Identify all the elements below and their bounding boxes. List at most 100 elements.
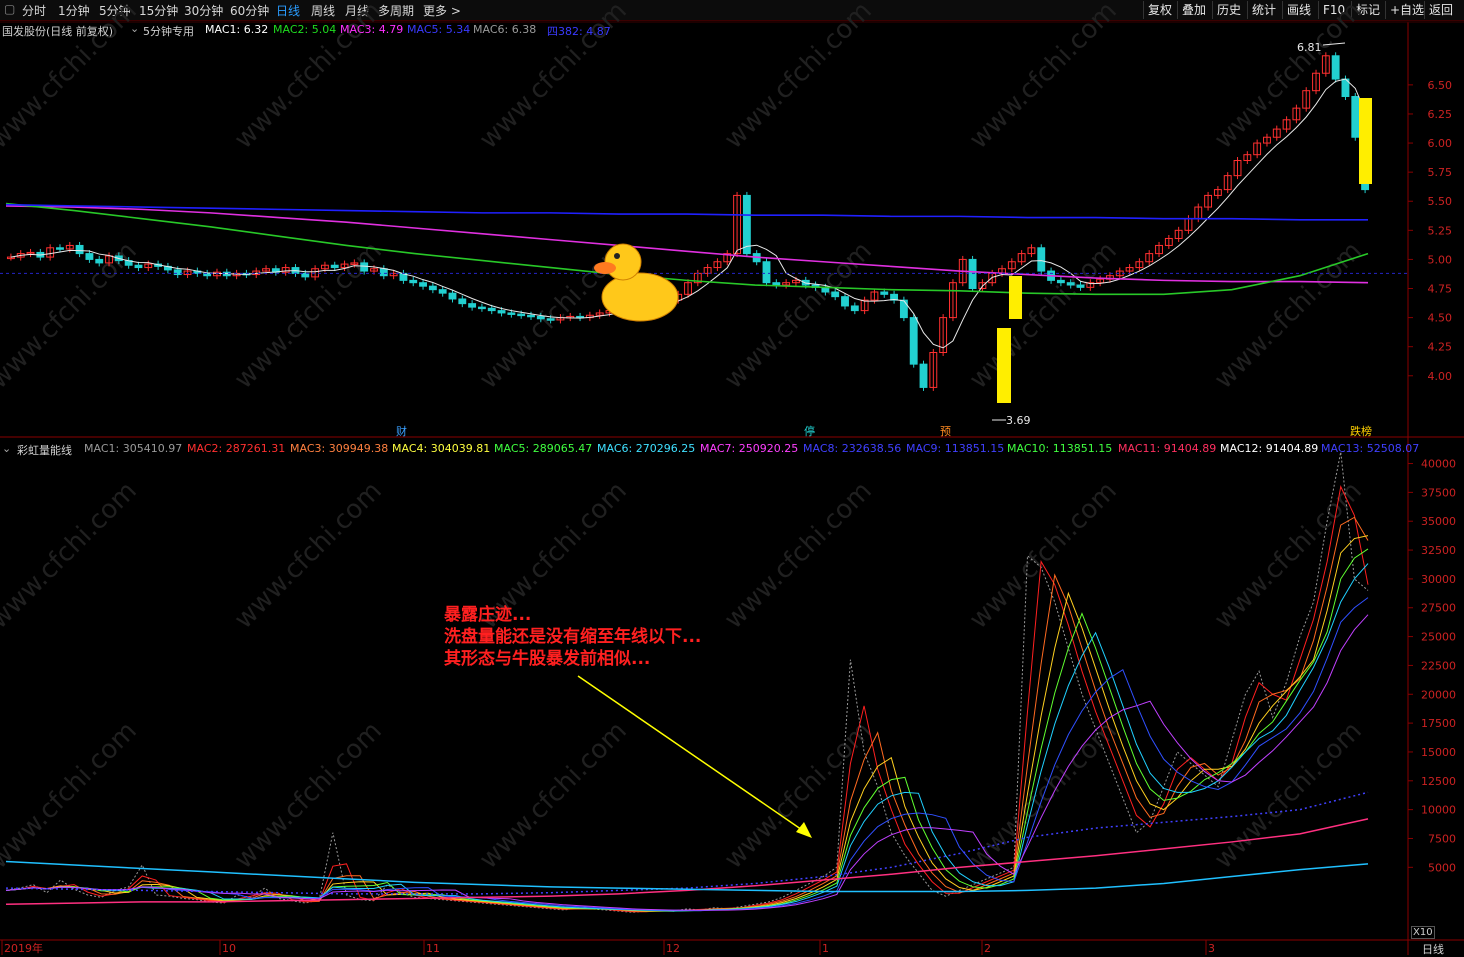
event-marker-3: 跌榜 xyxy=(1350,424,1372,438)
price-tick-label: 4.00 xyxy=(1428,370,1453,383)
volume-indicator-icon[interactable]: ⌄ xyxy=(2,442,11,455)
date-label: 11 xyxy=(426,942,440,955)
candle-body xyxy=(831,291,840,298)
candle-body xyxy=(360,262,369,272)
high-price-label: 6.81 xyxy=(1297,41,1322,54)
date-label: 12 xyxy=(666,942,680,955)
highlight-bar xyxy=(1009,276,1022,319)
candle-body xyxy=(409,279,418,284)
candle-body xyxy=(85,253,94,260)
candle-body xyxy=(438,289,447,294)
watermark-text: www.cfchi.com xyxy=(0,476,143,635)
candle-body xyxy=(428,285,437,291)
candle-body xyxy=(546,318,555,321)
price-tick-label: 4.50 xyxy=(1428,312,1453,325)
duck-eye xyxy=(614,253,620,259)
highlight-bar xyxy=(1359,98,1372,184)
volume-tick-label: 35000 xyxy=(1421,515,1456,528)
watermark-text: www.cfchi.com xyxy=(719,716,878,875)
candle-body xyxy=(95,258,104,264)
annotation-arrow-head xyxy=(796,822,812,838)
event-marker-1: 停 xyxy=(804,424,815,438)
watermark-text: www.cfchi.com xyxy=(1209,0,1368,155)
volume-tick-label: 30000 xyxy=(1421,573,1456,586)
watermark-text: www.cfchi.com xyxy=(719,476,878,635)
candle-body xyxy=(330,264,339,269)
volLegend-item: MAC6: 270296.25 xyxy=(597,442,696,455)
candle-body xyxy=(468,303,477,308)
price-panel-title: 国发股份(日线 前复权) xyxy=(2,25,114,38)
watermark-text: www.cfchi.com xyxy=(0,716,143,875)
volLegend-item: MAC5: 289065.47 xyxy=(494,442,593,455)
ma-line-mac3 xyxy=(5,205,1369,284)
volume-tick-label: 32500 xyxy=(1421,544,1456,557)
volLegend-item: MAC2: 287261.31 xyxy=(187,442,286,455)
candle-body xyxy=(458,298,467,305)
low-price-label: 3.69 xyxy=(1006,414,1031,427)
volLegend-item: MAC10: 113851.15 xyxy=(1007,442,1113,455)
watermark-text: www.cfchi.com xyxy=(1209,716,1368,875)
annotation-line-2: 洗盘量能还是没有缩至年线以下... xyxy=(444,627,702,647)
date-label: 3 xyxy=(1208,942,1215,955)
duck-body xyxy=(601,272,679,322)
candle-body xyxy=(301,272,310,278)
candle-body xyxy=(841,296,849,307)
volume-tick-label: 20000 xyxy=(1421,688,1456,701)
volLegend-item: MAC13: 52508.07 xyxy=(1321,442,1420,455)
stock-chart[interactable]: www.cfchi.com www.cfchi.com www.cfchi.com w… xyxy=(0,0,1464,955)
indicator-dropdown-icon[interactable]: ⌄ xyxy=(130,22,139,35)
candle-body xyxy=(134,264,143,269)
watermark-text: www.cfchi.com xyxy=(719,0,878,155)
volume-tick-label: 40000 xyxy=(1421,458,1456,471)
volLegend-item: MAC1: 305410.97 xyxy=(84,442,183,455)
priceLegend-item: MAC5: 5.34 xyxy=(407,23,471,36)
event-marker-0: 财 xyxy=(396,424,407,438)
candle-body xyxy=(56,247,64,250)
rainbow-ma-line-1 xyxy=(5,516,1369,913)
volume-tick-label: 37500 xyxy=(1421,486,1456,499)
date-label: 2019年 xyxy=(4,941,43,955)
annotation-line-1: 暴露庄迹... xyxy=(444,605,532,625)
duck-head xyxy=(604,243,642,281)
candle-body xyxy=(899,299,908,319)
volume-tick-label: 5000 xyxy=(1428,861,1456,874)
duck-beak xyxy=(594,262,616,274)
price-tick-label: 6.25 xyxy=(1428,108,1453,121)
price-tick-label: 4.75 xyxy=(1428,283,1453,296)
volume-tick-label: 7500 xyxy=(1428,832,1456,845)
candle-body xyxy=(1056,279,1065,284)
priceLegend-item: 四382: 4.87 xyxy=(547,25,611,38)
candle-body xyxy=(919,363,928,388)
volume-tick-label: 10000 xyxy=(1421,804,1456,817)
volLegend-item: MAC8: 232638.56 xyxy=(803,442,902,455)
candle-body xyxy=(742,194,751,255)
price-indicator-name[interactable]: 5分钟专用 xyxy=(143,23,194,39)
priceLegend-item: MAC3: 4.79 xyxy=(340,23,404,36)
watermark-text: www.cfchi.com xyxy=(1209,476,1368,635)
price-tick-label: 6.00 xyxy=(1428,137,1453,150)
candle-body xyxy=(517,313,526,317)
candle-body xyxy=(1331,55,1340,80)
candle-body xyxy=(536,315,545,320)
price-tick-label: 5.75 xyxy=(1428,166,1453,179)
candle-body xyxy=(850,305,859,312)
volume-tick-label: 12500 xyxy=(1421,775,1456,788)
watermark-text: www.cfchi.com xyxy=(474,716,633,875)
volLegend-item: MAC4: 304039.81 xyxy=(392,442,491,455)
price-tick-label: 4.25 xyxy=(1428,341,1453,354)
candle-body xyxy=(1066,282,1075,286)
candle-body xyxy=(448,292,457,300)
watermark-text: www.cfchi.com xyxy=(229,476,388,635)
candle-body xyxy=(968,258,977,290)
candle-body xyxy=(75,244,84,255)
candle-body xyxy=(497,310,506,314)
annotation-text: 暴露庄迹... 洗盘量能还是没有缩至年线以下... 其形态与牛股暴发前相似... xyxy=(444,604,701,670)
watermark-text: www.cfchi.com xyxy=(964,0,1123,155)
volume-tick-label: 22500 xyxy=(1421,659,1456,672)
volLegend-item: MAC12: 91404.89 xyxy=(1220,442,1319,455)
volume-raw-line xyxy=(5,451,1369,913)
volLegend-item: MAC7: 250920.25 xyxy=(700,442,799,455)
date-label: 1 xyxy=(822,942,829,955)
volume-tick-label: 27500 xyxy=(1421,602,1456,615)
candle-body xyxy=(880,291,889,295)
